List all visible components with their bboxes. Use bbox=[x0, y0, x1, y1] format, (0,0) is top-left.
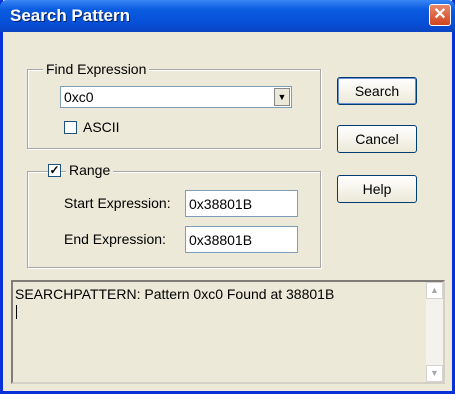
ascii-label: ASCII bbox=[83, 119, 120, 135]
range-group bbox=[27, 171, 321, 268]
find-expression-legend: Find Expression bbox=[43, 61, 150, 77]
title-bar[interactable]: Search Pattern ✕ bbox=[0, 0, 455, 32]
checkmark-icon: ✓ bbox=[49, 163, 60, 177]
find-expression-combobox[interactable]: 0xc0 ▼ bbox=[60, 86, 292, 108]
vertical-scrollbar[interactable]: ▲ ▼ bbox=[426, 282, 443, 382]
text-caret bbox=[16, 305, 17, 319]
close-button[interactable]: ✕ bbox=[429, 4, 451, 26]
output-message: SEARCHPATTERN: Pattern 0xc0 Found at 388… bbox=[15, 286, 335, 302]
end-expression-value: 0x38801B bbox=[189, 232, 253, 248]
search-pattern-dialog: Search Pattern ✕ Find Expression 0xc0 ▼ … bbox=[0, 0, 455, 394]
ascii-checkbox[interactable] bbox=[64, 121, 77, 134]
find-expression-value: 0xc0 bbox=[64, 89, 94, 105]
start-expression-value: 0x38801B bbox=[189, 196, 253, 212]
range-legend: Range bbox=[66, 162, 114, 178]
window-title: Search Pattern bbox=[10, 6, 130, 25]
chevron-down-icon[interactable]: ▼ bbox=[274, 88, 290, 106]
help-button[interactable]: Help bbox=[337, 175, 417, 203]
scroll-up-icon[interactable]: ▲ bbox=[426, 282, 443, 299]
start-expression-label: Start Expression: bbox=[64, 195, 171, 211]
range-checkbox[interactable]: ✓ bbox=[48, 164, 61, 177]
close-icon: ✕ bbox=[433, 6, 447, 23]
end-expression-input[interactable]: 0x38801B bbox=[185, 226, 298, 253]
scroll-down-icon[interactable]: ▼ bbox=[426, 365, 443, 382]
start-expression-input[interactable]: 0x38801B bbox=[185, 190, 298, 217]
find-expression-group bbox=[27, 69, 321, 149]
output-text-area[interactable]: SEARCHPATTERN: Pattern 0xc0 Found at 388… bbox=[11, 280, 445, 384]
search-button[interactable]: Search bbox=[337, 77, 417, 105]
end-expression-label: End Expression: bbox=[64, 231, 166, 247]
cancel-button[interactable]: Cancel bbox=[337, 125, 417, 153]
